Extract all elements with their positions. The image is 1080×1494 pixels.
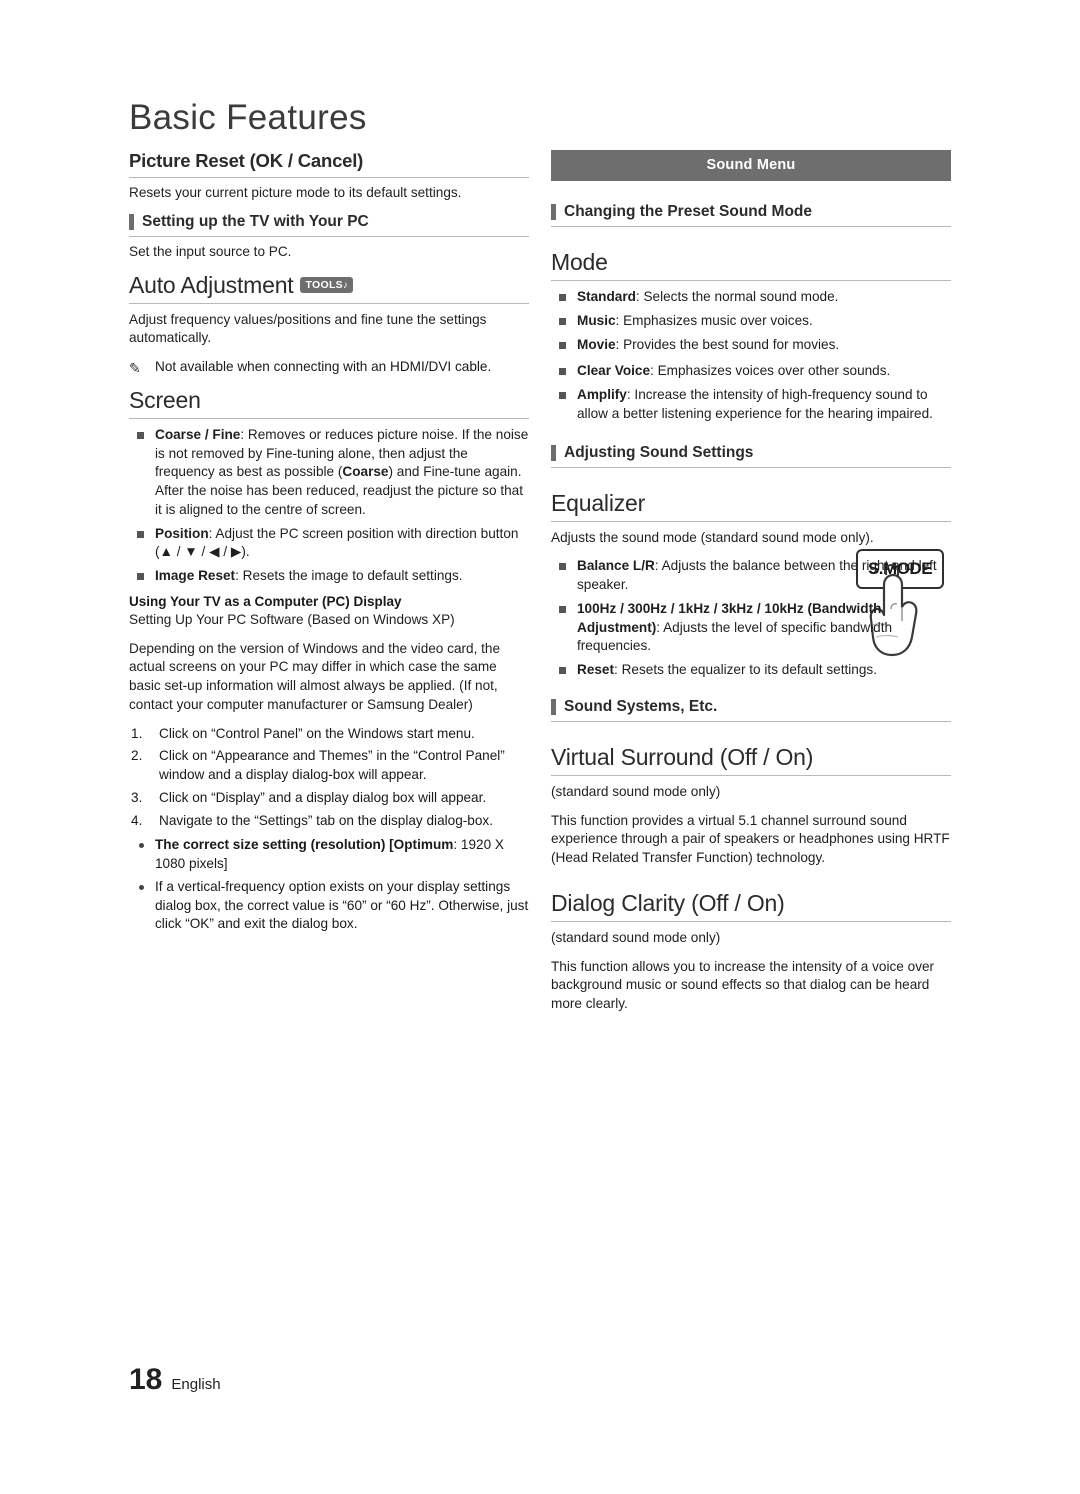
list-item: Image Reset: Resets the image to default… — [129, 567, 529, 586]
right-column: Sound Menu Changing the Preset Sound Mod… — [551, 150, 951, 1024]
heading-virtual-surround: Virtual Surround (Off / On) — [551, 744, 951, 776]
heading-dialog-clarity: Dialog Clarity (Off / On) — [551, 890, 951, 922]
text-virtual-surround-body: This function provides a virtual 5.1 cha… — [551, 812, 950, 866]
subheading-adjusting-sound: Adjusting Sound Settings — [551, 444, 951, 468]
text-pc-display-body: Depending on the version of Windows and … — [129, 640, 501, 712]
heading-auto-adjustment: Auto Adjustment TOOLS♪ — [129, 272, 529, 304]
list-sound-modes-cont: Clear Voice: Emphasizes voices over othe… — [551, 362, 951, 423]
heading-auto-adjustment-label: Auto Adjustment — [129, 271, 294, 298]
list-item: Click on “Display” and a display dialog … — [131, 789, 487, 808]
list-item: Navigate to the “Settings” tab on the di… — [131, 812, 494, 831]
list-item: Standard: Selects the normal sound mode. — [551, 288, 841, 307]
heading-equalizer: Equalizer — [551, 490, 951, 522]
list-item: Click on “Appearance and Themes” in the … — [131, 747, 505, 782]
text-pc-display-sub: Setting Up Your PC Software (Based on Wi… — [129, 611, 455, 627]
text-dialog-clarity-note: (standard sound mode only) — [551, 929, 721, 945]
subheading-preset-sound: Changing the Preset Sound Mode — [551, 203, 951, 227]
list-item: Movie: Provides the best sound for movie… — [551, 336, 841, 355]
text-dialog-clarity-body: This function allows you to increase the… — [551, 958, 935, 1012]
heading-picture-reset: Picture Reset (OK / Cancel) — [129, 150, 529, 178]
bar-marker-icon — [551, 698, 556, 715]
pencil-icon: ✎ — [129, 360, 141, 376]
list-pc-display-steps: Click on “Control Panel” on the Windows … — [129, 725, 529, 831]
banner-sound-menu: Sound Menu — [551, 150, 951, 181]
subheading-setting-up-pc: Setting up the TV with Your PC — [129, 213, 529, 237]
tools-badge-label: TOOLS — [305, 278, 343, 291]
bar-marker-icon — [551, 444, 556, 461]
list-item: Click on “Control Panel” on the Windows … — [131, 725, 475, 744]
text-equalizer: Adjusts the sound mode (standard sound m… — [551, 529, 874, 545]
page-title: Basic Features — [129, 98, 367, 137]
subheading-sound-systems: Sound Systems, Etc. — [551, 698, 951, 722]
list-screen-items: Coarse / Fine: Removes or reduces pictur… — [129, 426, 529, 586]
subheading-adjusting-sound-label: Adjusting Sound Settings — [564, 443, 754, 461]
page-footer: 18 English — [129, 1363, 221, 1397]
left-column: Picture Reset (OK / Cancel) Resets your … — [129, 150, 529, 940]
list-item: 100Hz / 300Hz / 1kHz / 3kHz / 10kHz (Ban… — [551, 600, 951, 656]
list-pc-display-notes: The correct size setting (resolution) [O… — [129, 836, 529, 934]
text-picture-reset: Resets your current picture mode to its … — [129, 185, 462, 200]
subheading-sound-systems-label: Sound Systems, Etc. — [564, 697, 718, 715]
note-auto-adjustment: ✎ Not available when connecting with an … — [129, 358, 529, 377]
text-virtual-surround-note: (standard sound mode only) — [551, 783, 721, 799]
list-item: Coarse / Fine: Removes or reduces pictur… — [129, 426, 529, 520]
bar-marker-icon — [129, 213, 134, 230]
heading-screen: Screen — [129, 387, 529, 419]
heading-pc-display: Using Your TV as a Computer (PC) Display — [129, 593, 402, 609]
list-sound-modes: Standard: Selects the normal sound mode.… — [551, 288, 951, 354]
list-item: Music: Emphasizes music over voices. — [551, 312, 841, 331]
list-item: Balance L/R: Adjusts the balance between… — [551, 557, 951, 595]
subheading-preset-sound-label: Changing the Preset Sound Mode — [564, 203, 813, 220]
list-item: Amplify: Increase the intensity of high-… — [551, 386, 951, 424]
tools-badge-icon: TOOLS♪ — [299, 276, 354, 293]
page-language: English — [171, 1376, 221, 1393]
heading-mode: Mode — [551, 249, 951, 281]
page-number: 18 — [129, 1363, 163, 1396]
list-item: Reset: Resets the equalizer to its defau… — [551, 661, 951, 680]
text-auto-adjustment: Adjust frequency values/positions and fi… — [129, 311, 487, 346]
list-equalizer-items: Balance L/R: Adjusts the balance between… — [551, 557, 951, 680]
note-auto-adjustment-text: Not available when connecting with an HD… — [155, 359, 492, 374]
list-item: The correct size setting (resolution) [O… — [129, 836, 529, 874]
list-item: If a vertical-frequency option exists on… — [129, 878, 529, 934]
subheading-setting-up-pc-label: Setting up the TV with Your PC — [142, 212, 369, 230]
text-setting-up-pc: Set the input source to PC. — [129, 243, 292, 259]
list-item: Clear Voice: Emphasizes voices over othe… — [551, 362, 951, 381]
music-note-icon: ♪ — [342, 279, 349, 291]
manual-page: Basic Features Picture Reset (OK / Cance… — [0, 0, 1080, 1494]
list-item: Position: Adjust the PC screen position … — [129, 525, 529, 563]
bar-marker-icon — [551, 204, 556, 220]
